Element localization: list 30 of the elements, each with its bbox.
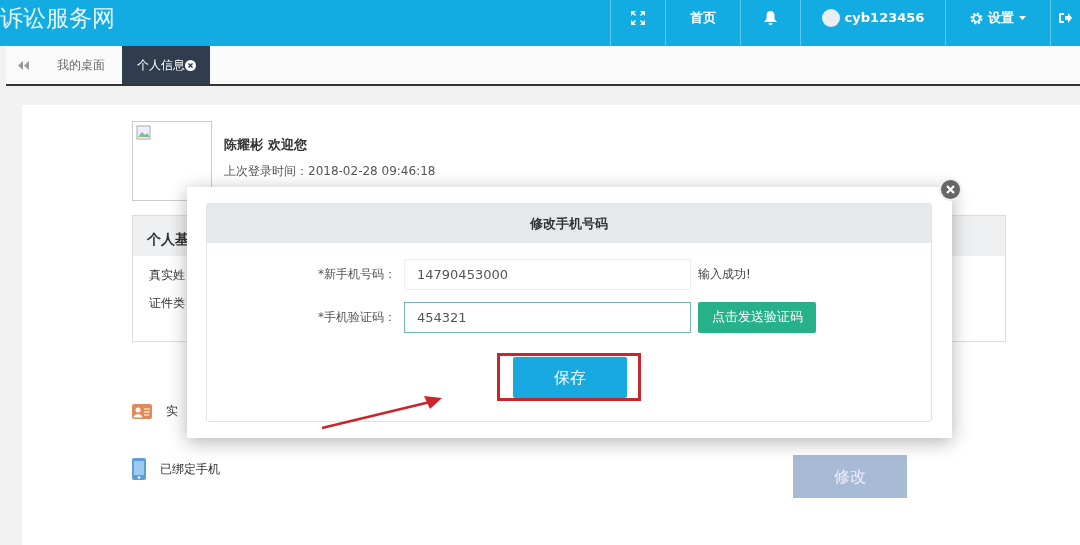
tab[interactable]: 我的桌面 bbox=[40, 46, 122, 84]
phone-icon bbox=[132, 458, 146, 480]
input-field[interactable]: 454321 bbox=[404, 301, 691, 333]
gear-icon bbox=[970, 11, 983, 25]
bell-icon bbox=[764, 11, 777, 25]
close-icon bbox=[945, 184, 956, 195]
double-left-icon bbox=[17, 60, 29, 70]
field-label: 证件类 bbox=[149, 296, 185, 310]
card-title: 个人基 bbox=[147, 231, 189, 247]
site-logo: 诉讼服务网 bbox=[0, 4, 115, 33]
field-label: *新手机号码： bbox=[317, 266, 396, 283]
edit-button[interactable]: 修改 bbox=[793, 455, 907, 498]
id-card-icon bbox=[132, 403, 152, 419]
input-field[interactable]: 14790453000 bbox=[404, 258, 691, 290]
binding-label: 实 bbox=[166, 403, 178, 420]
logout-icon bbox=[1059, 12, 1072, 24]
caret-icon bbox=[1019, 16, 1026, 20]
dialog-title: 修改手机号码 bbox=[530, 216, 608, 231]
broken-image-icon bbox=[136, 125, 152, 141]
status-message: 输入成功! bbox=[698, 266, 751, 283]
fullscreen-icon bbox=[631, 11, 645, 25]
binding-label: 已绑定手机 bbox=[160, 461, 220, 478]
greeting-text: 陈耀彬 欢迎您 bbox=[224, 136, 307, 154]
field-label: *手机验证码： bbox=[317, 309, 396, 326]
avatar-icon bbox=[821, 9, 840, 27]
last-login-text: 上次登录时间：2018-02-28 09:46:18 bbox=[224, 163, 436, 180]
send-code-button[interactable]: 点击发送验证码 bbox=[698, 301, 816, 333]
tab[interactable]: 个人信息 bbox=[122, 46, 210, 84]
field-label: 真实姓 bbox=[149, 268, 185, 282]
save-button[interactable]: 保存 bbox=[513, 357, 627, 398]
